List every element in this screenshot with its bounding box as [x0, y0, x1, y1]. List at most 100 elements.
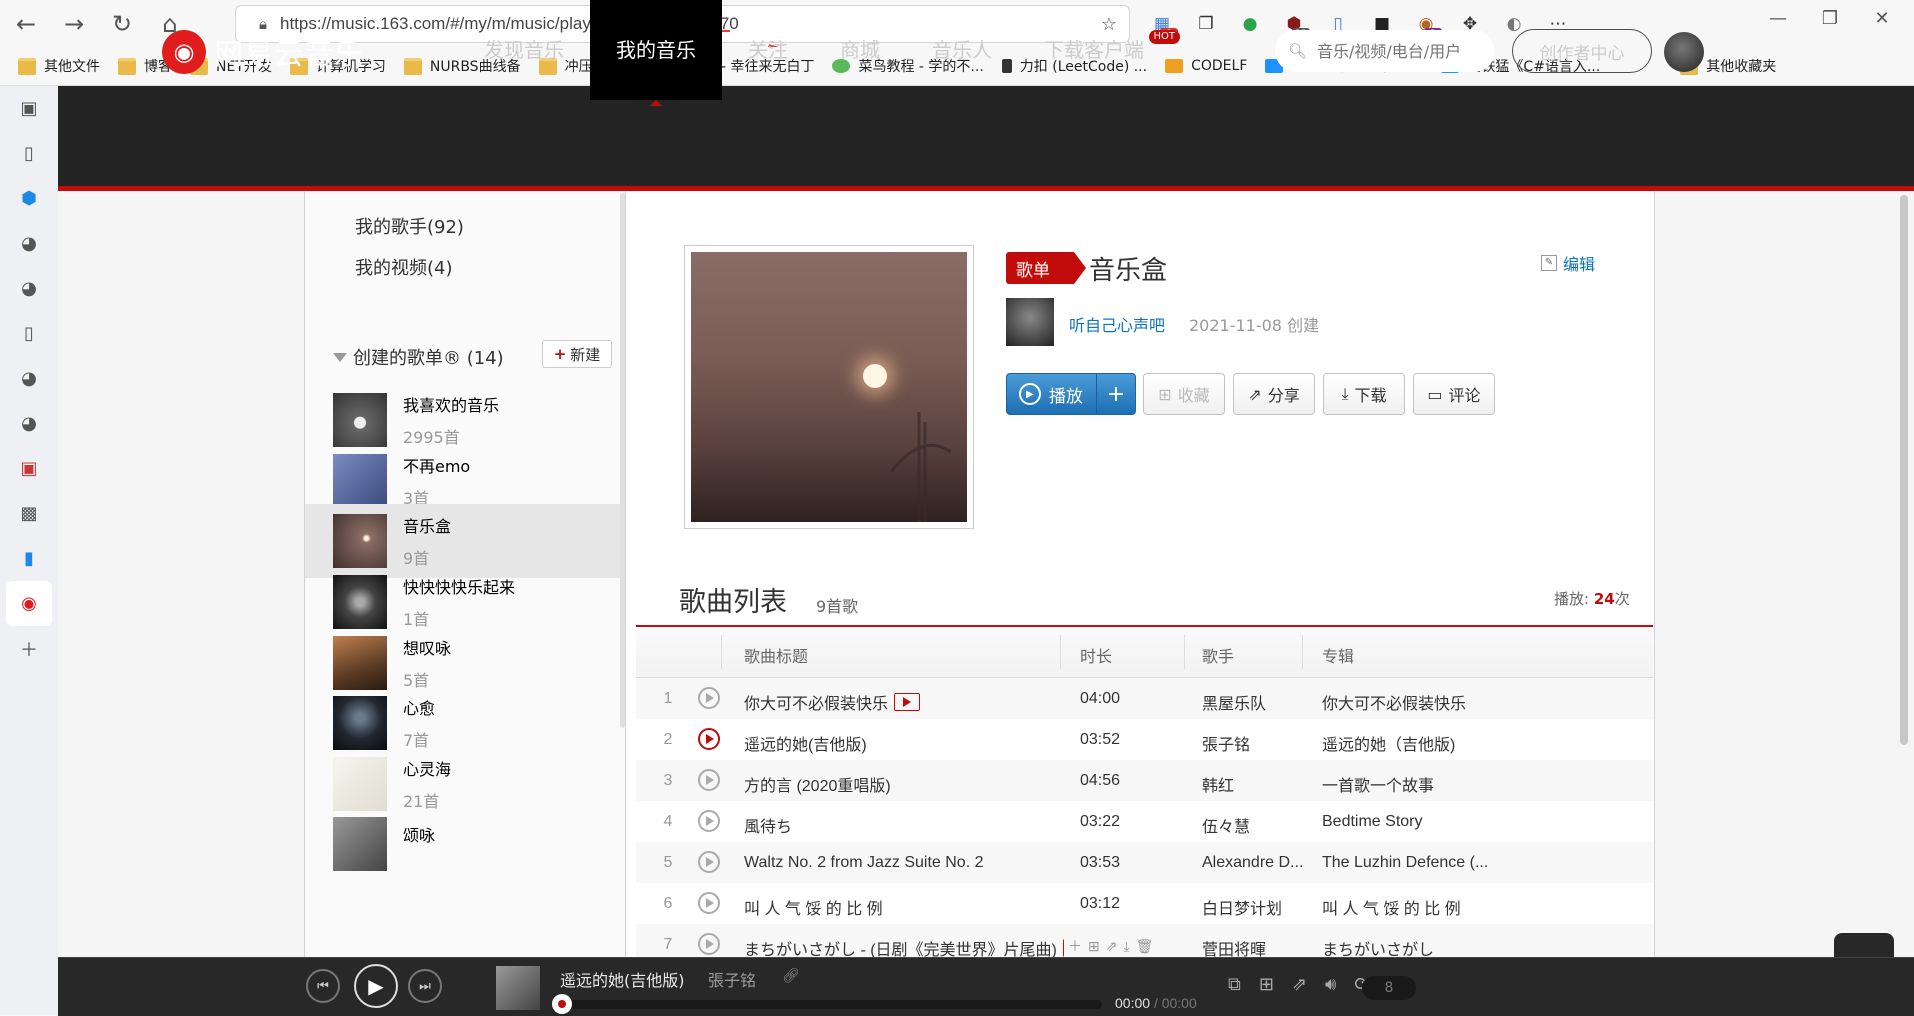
comment-button[interactable]: ▭ 评论 [1413, 373, 1495, 415]
my-artists-link[interactable]: 我的歌手(92) [355, 213, 464, 239]
row-play-icon-active[interactable] [698, 728, 720, 750]
now-playing-cover[interactable] [496, 966, 540, 1010]
nav-discover[interactable]: 发现音乐 [458, 0, 590, 100]
new-playlist-button[interactable]: + 新建 [542, 340, 612, 368]
netease-music-icon[interactable]: ◉ [6, 581, 52, 626]
image-app-icon[interactable]: ▩ [0, 491, 58, 536]
song-artist[interactable]: Alexandre D... [1202, 854, 1302, 872]
song-title[interactable]: 你大可不必假装快乐 [744, 690, 1054, 714]
progress-knob[interactable] [552, 994, 572, 1014]
restore-icon[interactable]: ❐ [1804, 8, 1856, 29]
nav-musician[interactable]: 音乐人 [906, 0, 1018, 100]
forward-icon[interactable]: → [52, 2, 96, 46]
close-icon[interactable]: ✕ [1856, 8, 1908, 29]
queue-count[interactable]: 8 [1362, 976, 1416, 1000]
search-input[interactable] [1315, 40, 1489, 62]
page-scrollbar[interactable] [1900, 195, 1908, 745]
next-track-icon[interactable]: ⏭ [408, 969, 442, 1003]
row-play-icon[interactable] [698, 769, 720, 791]
creator-avatar[interactable] [1006, 298, 1054, 346]
minimize-icon[interactable]: — [1752, 8, 1804, 29]
github-icon[interactable]: ◕ [0, 401, 58, 446]
add-icon[interactable]: ＋ [0, 626, 58, 671]
add-to-queue-icon[interactable]: + [1096, 374, 1135, 414]
source-link-icon[interactable]: 🔗︎ [782, 968, 800, 984]
bar-app-icon[interactable]: ▮ [0, 536, 58, 581]
download-button[interactable]: ⤓ 下载 [1323, 373, 1405, 415]
add-to-playlist-icon[interactable]: ⊞ [1259, 974, 1274, 995]
previous-track-icon[interactable]: ⏮ [306, 969, 340, 1003]
row-play-icon[interactable] [698, 810, 720, 832]
play-pause-icon[interactable]: ▶ [354, 964, 398, 1008]
song-artist[interactable]: 張子铭 [1202, 731, 1297, 755]
collect-button[interactable]: ⊞ 收藏 [1143, 373, 1225, 415]
nav-download-client[interactable]: 下载客户端 HOT [1018, 0, 1184, 100]
nav-follow[interactable]: 关注 [722, 0, 814, 100]
song-title[interactable]: 叫 人 气 馁 的 比 例 [744, 895, 1054, 919]
created-playlists-header[interactable]: 创建的歌单® (14) [333, 344, 504, 370]
share-button[interactable]: ⇗ 分享 [1233, 373, 1315, 415]
user-avatar[interactable] [1664, 32, 1704, 72]
creator-name-link[interactable]: 听自己心声吧 [1069, 312, 1165, 336]
picture-in-picture-icon[interactable]: ⧉ [1228, 974, 1241, 995]
bookmark-folder[interactable]: 其他文件 [18, 56, 100, 76]
github-icon[interactable]: ◕ [0, 266, 58, 311]
song-album[interactable]: 你大可不必假装快乐 [1322, 690, 1647, 714]
row-action-icons[interactable]: ＋⊞⇗⤓🗑︎ [1068, 936, 1159, 956]
now-playing-artist[interactable]: 張子铭 [708, 967, 756, 991]
mv-icon[interactable] [894, 693, 921, 711]
song-album[interactable]: 叫 人 气 馁 的 比 例 [1322, 895, 1647, 919]
page-icon[interactable]: ▯ [0, 311, 58, 356]
song-artist[interactable]: 韩红 [1202, 772, 1297, 796]
row-play-icon[interactable] [698, 933, 720, 955]
back-icon[interactable]: ← [4, 2, 48, 46]
site-logo[interactable]: ◉ 网易云音乐 [162, 30, 364, 74]
github-icon[interactable]: ◕ [0, 356, 58, 401]
github-icon[interactable]: ◕ [0, 221, 58, 266]
song-album[interactable]: The Luzhin Defence (... [1322, 854, 1647, 872]
table-row[interactable]: 4 風待ち 03:22 伍々慧 Bedtime Story [636, 801, 1653, 842]
playlist-item[interactable]: 颂咏 [305, 807, 625, 881]
red-app-icon[interactable]: ▣ [0, 446, 58, 491]
song-title[interactable]: 遥远的她(吉他版) [744, 731, 1054, 755]
table-row[interactable]: 1 你大可不必假装快乐 04:00 黑屋乐队 你大可不必假装快乐 [636, 678, 1653, 719]
edit-link[interactable]: ✎ 编辑 [1541, 251, 1595, 275]
creator-center-button[interactable]: 创作者中心 [1512, 29, 1652, 73]
page-icon[interactable]: ▯ [0, 131, 58, 176]
search-box[interactable]: 🔍︎ [1275, 30, 1495, 72]
song-artist[interactable]: 黑屋乐队 [1202, 690, 1297, 714]
playlist-name: 音乐盒 [403, 517, 452, 536]
song-title[interactable]: 方的言 (2020重唱版) [744, 772, 1054, 796]
nav-my-music[interactable]: 我的音乐 [590, 0, 722, 106]
h-app-icon[interactable]: ⬢ [0, 176, 58, 221]
tabs-icon[interactable]: ▣ [0, 86, 58, 131]
row-play-icon[interactable] [698, 687, 720, 709]
song-album[interactable]: 遥远的她（吉他版) [1322, 731, 1647, 755]
my-videos-link[interactable]: 我的视频(4) [355, 254, 453, 280]
refresh-icon[interactable]: ↻ [100, 2, 144, 46]
now-playing-title[interactable]: 遥远的她(吉他版) [560, 967, 685, 991]
song-artist[interactable]: 白日梦计划 [1202, 895, 1297, 919]
song-album[interactable]: 一首歌一个故事 [1322, 772, 1647, 796]
song-artist[interactable]: 伍々慧 [1202, 813, 1297, 837]
table-row[interactable]: 6 叫 人 气 馁 的 比 例 03:12 白日梦计划 叫 人 气 馁 的 比 … [636, 883, 1653, 924]
mv-icon[interactable] [1062, 939, 1064, 957]
player-lock-tab[interactable] [1834, 933, 1894, 959]
green-n-extension-icon[interactable]: ● [1233, 10, 1267, 38]
table-row[interactable]: 2 遥远的她(吉他版) 03:52 張子铭 遥远的她（吉他版) [636, 719, 1653, 760]
row-play-icon[interactable] [698, 851, 720, 873]
play-button[interactable]: ▶ 播放 + [1006, 373, 1136, 415]
progress-bar[interactable] [552, 994, 1102, 1014]
collect-icon: ⊞ [1158, 384, 1172, 404]
share-icon[interactable]: ⇗ [1292, 974, 1307, 995]
song-title[interactable]: Waltz No. 2 from Jazz Suite No. 2 [744, 854, 1054, 872]
row-play-icon[interactable] [698, 892, 720, 914]
volume-icon[interactable]: 🔊︎ [1325, 974, 1336, 995]
song-album[interactable]: Bedtime Story [1322, 813, 1647, 831]
copy-icon[interactable]: ❐ [1189, 10, 1223, 38]
nav-store[interactable]: 商城 [814, 0, 906, 100]
table-row[interactable]: 3 方的言 (2020重唱版) 04:56 韩红 一首歌一个故事 [636, 760, 1653, 801]
table-row[interactable]: 5 Waltz No. 2 from Jazz Suite No. 2 03:5… [636, 842, 1653, 883]
sidebar-scrollbar[interactable] [620, 193, 625, 728]
song-title[interactable]: 風待ち [744, 813, 1054, 837]
